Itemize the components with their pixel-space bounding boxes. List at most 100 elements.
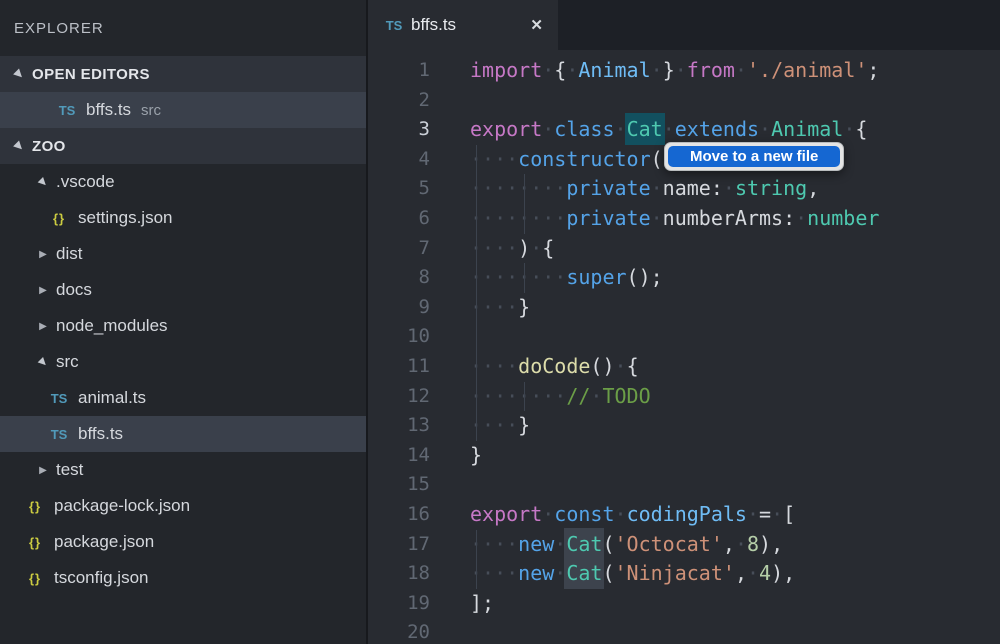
line-number: 8 [368, 263, 430, 293]
code-token: from [687, 58, 735, 82]
code-token: ···· [470, 354, 518, 378]
code-token: · [771, 502, 783, 526]
code-line-10: 10 [368, 322, 1000, 352]
chevron-expanded-icon[interactable]: ▶ [10, 137, 28, 155]
code-token: const [554, 502, 614, 526]
code-token: · [566, 58, 578, 82]
code-token: ···· [470, 295, 518, 319]
code-token: ) [518, 236, 530, 260]
code-token: numberArms: [663, 206, 795, 230]
code-token: { [542, 236, 554, 260]
indent-guide [476, 204, 477, 234]
sidebar-item-test[interactable]: ▶ test [0, 452, 366, 488]
close-tab-icon[interactable]: ✕ [530, 16, 543, 34]
code-token: 4 [759, 561, 771, 585]
code-token: ········ [470, 176, 566, 200]
sidebar-item-bffs-ts[interactable]: TSbffs.tssrc [0, 92, 366, 128]
indent-guide [524, 204, 525, 234]
chevron-expanded-icon[interactable]: ▶ [34, 353, 52, 371]
line-number: 16 [368, 500, 430, 530]
code-token: ···· [470, 532, 518, 556]
code-editor[interactable]: 1import·{·Animal·}·from·'./animal';23exp… [368, 50, 1000, 644]
code-line-18: 18····new·Cat('Ninjacat',·4), [368, 559, 1000, 589]
item-label: bffs.ts [78, 424, 123, 444]
sidebar-item-node-modules[interactable]: ▶node_modules [0, 308, 366, 344]
line-number: 13 [368, 411, 430, 441]
code-token: ···· [470, 236, 518, 260]
section-header-open-editors[interactable]: ▶OPEN EDITORS [0, 56, 366, 92]
code-token: ········ [470, 384, 566, 408]
code-token: · [663, 117, 675, 141]
line-number: 20 [368, 618, 430, 644]
sidebar-item-dist[interactable]: ▶dist [0, 236, 366, 272]
sidebar-item-tsconfig-json[interactable]: {}tsconfig.json [0, 560, 366, 596]
line-number: 17 [368, 530, 430, 560]
item-label: settings.json [78, 208, 173, 228]
code-token: { [554, 58, 566, 82]
sidebar-item-package-lock-json[interactable]: {}package-lock.json [0, 488, 366, 524]
item-label: animal.ts [78, 388, 146, 408]
highlighted-occurrence: Cat [564, 528, 604, 560]
line-number: 14 [368, 441, 430, 471]
code-token: new [518, 561, 554, 585]
code-token: number [807, 206, 879, 230]
sidebar-item-bffs-ts[interactable]: TSbffs.ts [0, 416, 366, 452]
code-line-16: 16export·const·codingPals·=·[ [368, 500, 1000, 530]
code-token: · [735, 532, 747, 556]
code-line-5: 5········private·name:·string, [368, 174, 1000, 204]
chevron-expanded-icon[interactable]: ▶ [34, 173, 52, 191]
sidebar-item-animal-ts[interactable]: TSanimal.ts [0, 380, 366, 416]
line-number: 15 [368, 470, 430, 500]
tab-bffs-ts[interactable]: TS bffs.ts ✕ [368, 0, 558, 50]
sidebar-item--vscode[interactable]: ▶.vscode [0, 164, 366, 200]
code-token: ( [602, 532, 614, 556]
code-token: ···· [470, 413, 518, 437]
code-token: · [735, 58, 747, 82]
code-token: codingPals [627, 502, 747, 526]
code-token: ( [651, 147, 663, 171]
chevron-collapsed-icon[interactable]: ▶ [36, 465, 50, 476]
code-token: , [807, 176, 819, 200]
item-label: ZOO [32, 138, 66, 155]
code-action-move-to-new-file[interactable]: Move to a new file [668, 146, 840, 167]
chevron-collapsed-icon[interactable]: ▶ [36, 249, 50, 260]
code-token: ), [759, 532, 783, 556]
code-token: ]; [470, 591, 494, 615]
code-token: · [843, 117, 855, 141]
item-label: test [56, 460, 83, 480]
code-token: · [615, 502, 627, 526]
code-line-9: 9····} [368, 293, 1000, 323]
chevron-collapsed-icon[interactable]: ▶ [36, 285, 50, 296]
code-token: · [615, 354, 627, 378]
chevron-collapsed-icon[interactable]: ▶ [36, 321, 50, 332]
line-number: 18 [368, 559, 430, 589]
code-token: ( [602, 561, 614, 585]
code-token: · [542, 117, 554, 141]
sidebar-item-package-json[interactable]: {}package.json [0, 524, 366, 560]
code-token: } [518, 413, 530, 437]
indent-guide [476, 411, 477, 441]
item-label: package.json [54, 532, 154, 552]
chevron-expanded-icon[interactable]: ▶ [10, 65, 28, 83]
line-number: 7 [368, 234, 430, 264]
code-token: export [470, 117, 542, 141]
code-token: TODO [602, 384, 650, 408]
code-token: 'Ninjacat' [615, 561, 735, 585]
indent-guide [476, 293, 477, 323]
sidebar-item-docs[interactable]: ▶docs [0, 272, 366, 308]
code-token: './animal' [747, 58, 867, 82]
code-line-2: 2 [368, 86, 1000, 116]
code-token: private [566, 176, 650, 200]
code-token: () [590, 354, 614, 378]
indent-guide [476, 322, 477, 352]
typescript-file-icon: TS [56, 103, 78, 118]
item-label: src [56, 352, 79, 372]
code-token: ········ [470, 206, 566, 230]
code-token: · [651, 176, 663, 200]
sidebar-item-settings-json[interactable]: {}settings.json [0, 200, 366, 236]
line-number: 3 [368, 115, 430, 145]
section-header-zoo[interactable]: ▶ZOO [0, 128, 366, 164]
code-token: · [795, 206, 807, 230]
sidebar-item-src[interactable]: ▶src [0, 344, 366, 380]
code-line-14: 14} [368, 441, 1000, 471]
